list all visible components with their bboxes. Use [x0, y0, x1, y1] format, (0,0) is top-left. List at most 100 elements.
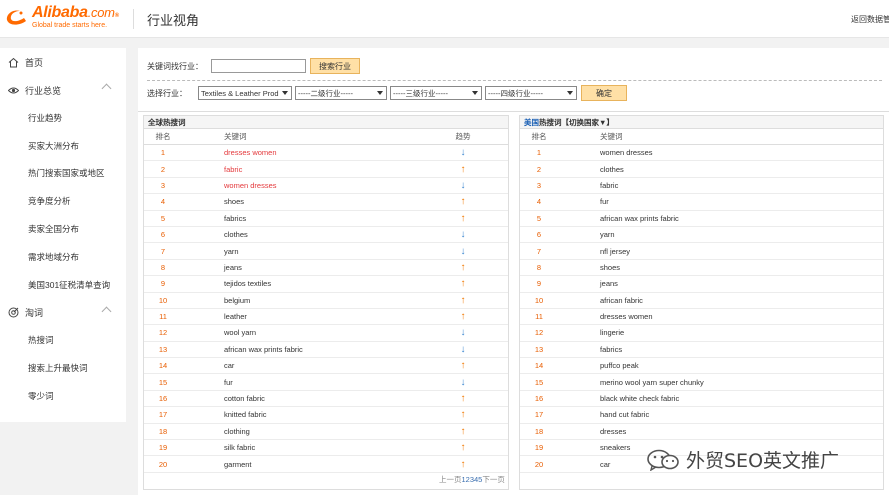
keyword-cell[interactable]: clothing: [182, 427, 418, 436]
keyword-cell[interactable]: yarn: [558, 230, 883, 239]
keyword-cell[interactable]: fabric: [558, 181, 883, 190]
dropdown-arrow-icon: [377, 91, 383, 95]
keyword-cell[interactable]: jeans: [182, 263, 418, 272]
keyword-cell[interactable]: clothes: [182, 230, 418, 239]
keyword-cell[interactable]: fabric: [182, 165, 418, 174]
sidebar-item-hot-search-countries[interactable]: 热门搜索国家或地区: [0, 160, 126, 188]
keyword-cell[interactable]: african fabric: [558, 296, 883, 305]
keyword-cell[interactable]: knitted fabric: [182, 410, 418, 419]
trend-down-arrow-icon: ↓: [460, 229, 466, 241]
keyword-cell[interactable]: garment: [182, 460, 418, 469]
keyword-cell[interactable]: fabrics: [182, 214, 418, 223]
keyword-cell[interactable]: women dresses: [558, 148, 883, 157]
keyword-cell[interactable]: silk fabric: [182, 443, 418, 452]
keyword-cell[interactable]: shoes: [558, 263, 883, 272]
sidebar-item-home[interactable]: 首页: [0, 48, 126, 76]
keyword-cell[interactable]: women dresses: [182, 181, 418, 190]
table-row: 15 merino wool yarn super chunky: [520, 374, 883, 391]
rank-cell: 12: [534, 328, 544, 338]
industry-level1-select[interactable]: Textiles & Leather Prod: [198, 86, 292, 100]
keyword-cell[interactable]: car: [182, 361, 418, 370]
table-row: 7 nfl jersey: [520, 243, 883, 260]
table-row: 2 clothes: [520, 161, 883, 178]
switch-country-link[interactable]: 热搜词【切换国家▼】: [539, 118, 614, 127]
keyword-cell[interactable]: clothes: [558, 165, 883, 174]
rank-cell: 18: [534, 426, 544, 436]
keyword-cell[interactable]: puffco peak: [558, 361, 883, 370]
sidebar-item-rising-words[interactable]: 搜索上升最快词: [0, 354, 126, 382]
sidebar-group-overview[interactable]: 行业总览: [0, 76, 126, 104]
rank-cell: 4: [160, 197, 166, 207]
keyword-cell[interactable]: cotton fabric: [182, 394, 418, 403]
keyword-cell[interactable]: jeans: [558, 279, 883, 288]
keyword-cell[interactable]: tejidos textiles: [182, 279, 418, 288]
keyword-cell[interactable]: leather: [182, 312, 418, 321]
country-name[interactable]: 美国: [524, 118, 539, 127]
keyword-cell[interactable]: nfl jersey: [558, 247, 883, 256]
sidebar-item-us-301-tariff[interactable]: 美国301征税清单查询: [0, 271, 126, 299]
industry-level4-select[interactable]: -----四级行业-----: [485, 86, 577, 100]
keyword-cell[interactable]: wool yarn: [182, 328, 418, 337]
rank-cell: 3: [536, 180, 542, 190]
trend-up-arrow-icon: ↑: [460, 212, 466, 224]
sidebar-item-zero-few-words[interactable]: 零少词: [0, 382, 126, 410]
keyword-cell[interactable]: african wax prints fabric: [558, 214, 883, 223]
keyword-cell[interactable]: hand cut fabric: [558, 410, 883, 419]
keyword-cell[interactable]: fur: [182, 378, 418, 387]
table-row: 14 puffco peak: [520, 358, 883, 375]
chevron-up-icon: [101, 306, 112, 317]
rank-cell: 10: [158, 295, 168, 305]
sidebar-item-competition[interactable]: 竞争度分析: [0, 187, 126, 215]
keyword-cell[interactable]: black white check fabric: [558, 394, 883, 403]
sidebar-group-taoci[interactable]: 淘词: [0, 299, 126, 327]
table-row: 18 dresses: [520, 424, 883, 441]
confirm-button[interactable]: 确定: [581, 85, 627, 101]
table-row: 17 hand cut fabric: [520, 407, 883, 424]
keyword-cell[interactable]: merino wool yarn super chunky: [558, 378, 883, 387]
industry-level3-select[interactable]: -----三级行业-----: [390, 86, 482, 100]
keyword-cell[interactable]: belgium: [182, 296, 418, 305]
trend-up-arrow-icon: ↑: [460, 278, 466, 290]
alibaba-logo[interactable]: Alibaba.com® Global trade starts here.: [4, 5, 119, 33]
dashed-divider: [147, 80, 882, 81]
back-to-data-manager-link[interactable]: 返回数据管家: [851, 14, 889, 25]
keyword-cell[interactable]: dresses: [558, 427, 883, 436]
keyword-cell[interactable]: shoes: [182, 197, 418, 206]
table-row: 8 jeans ↑: [144, 260, 508, 277]
trend-down-arrow-icon: ↓: [460, 376, 466, 388]
keyword-cell[interactable]: dresses women: [558, 312, 883, 321]
industry-select-row: 选择行业： Textiles & Leather Prod -----二级行业-…: [147, 85, 627, 101]
rank-cell: 6: [536, 230, 542, 240]
keyword-cell[interactable]: fabrics: [558, 345, 883, 354]
keyword-cell[interactable]: lingerie: [558, 328, 883, 337]
next-page-link[interactable]: 下一页: [482, 475, 505, 484]
keyword-cell[interactable]: fur: [558, 197, 883, 206]
search-industry-button[interactable]: 搜索行业: [310, 58, 360, 74]
industry-level2-select[interactable]: -----二级行业-----: [295, 86, 387, 100]
sidebar-item-demand-regions[interactable]: 需求地域分布: [0, 243, 126, 271]
rank-cell: 11: [535, 312, 543, 322]
sidebar-item-buyer-continents[interactable]: 买家大洲分布: [0, 132, 126, 160]
sidebar-item-industry-trend[interactable]: 行业趋势: [0, 104, 126, 132]
keyword-cell[interactable]: african wax prints fabric: [182, 345, 418, 354]
page-numbers[interactable]: 12345: [462, 475, 483, 484]
table-row: 15 fur ↓: [144, 374, 508, 391]
trend-up-arrow-icon: ↑: [460, 360, 466, 372]
table-row: 13 african wax prints fabric ↓: [144, 342, 508, 359]
sidebar-item-hot-words[interactable]: 热搜词: [0, 327, 126, 355]
prev-page-link[interactable]: 上一页: [439, 475, 462, 484]
keyword-cell[interactable]: dresses women: [182, 148, 418, 157]
keyword-cell[interactable]: yarn: [182, 247, 418, 256]
table-row: 3 women dresses ↓: [144, 178, 508, 195]
trend-header: 趋势: [455, 132, 471, 141]
table-title: 美国热搜词【切换国家▼】: [520, 116, 883, 129]
table-row: 8 shoes: [520, 260, 883, 277]
sidebar-item-seller-distribution[interactable]: 卖家全国分布: [0, 215, 126, 243]
top-header: Alibaba.com® Global trade starts here. 行…: [0, 0, 889, 38]
rank-cell: 6: [160, 230, 166, 240]
logo-trademark: ®: [114, 13, 119, 19]
trend-down-arrow-icon: ↓: [460, 179, 466, 191]
trend-up-arrow-icon: ↑: [460, 261, 466, 273]
keyword-input[interactable]: [211, 59, 306, 73]
rank-cell: 19: [158, 443, 168, 453]
